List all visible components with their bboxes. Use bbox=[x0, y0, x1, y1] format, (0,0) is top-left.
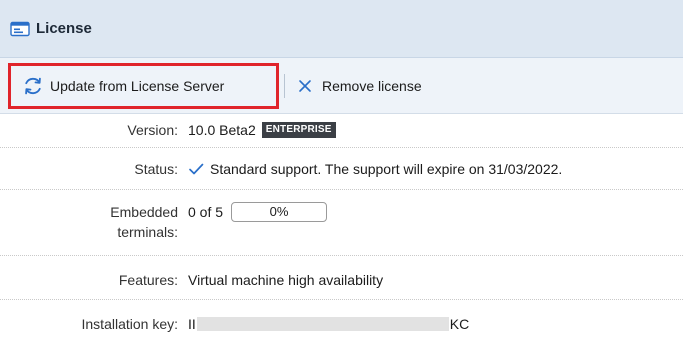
update-button-label: Update from License Server bbox=[50, 78, 225, 94]
embedded-terminals-row: Embedded terminals: 0 of 5 0% bbox=[0, 190, 683, 256]
license-card-icon bbox=[10, 21, 30, 36]
installation-key-value: II KC bbox=[188, 314, 469, 334]
embedded-terminals-count: 0 of 5 bbox=[188, 204, 224, 220]
toolbar-separator bbox=[284, 74, 285, 98]
progress-text: 0% bbox=[269, 204, 289, 219]
installation-key-end: KC bbox=[449, 316, 470, 332]
version-value: 10.0 Beta2 bbox=[188, 122, 256, 138]
remove-license-button[interactable]: Remove license bbox=[298, 58, 422, 114]
embedded-terminals-label: Embedded terminals: bbox=[68, 202, 178, 242]
embedded-terminals-label-text: Embedded terminals: bbox=[110, 204, 178, 240]
installation-key-label: Installation key: bbox=[81, 316, 179, 332]
update-from-license-server-button[interactable]: Update from License Server bbox=[8, 58, 279, 114]
installation-key-row: Installation key: II KC bbox=[0, 300, 683, 340]
installation-key-start: II bbox=[188, 316, 196, 332]
features-row: Features: Virtual machine high availabil… bbox=[0, 256, 683, 300]
close-icon bbox=[299, 80, 311, 92]
status-value: Standard support. The support will expir… bbox=[210, 161, 563, 177]
redacted-key-mask bbox=[196, 317, 449, 331]
license-details: Version: 10.0 Beta2 ENTERPRISE Status: S… bbox=[0, 114, 683, 340]
license-toolbar: Update from License Server Remove licens… bbox=[0, 58, 683, 114]
check-icon bbox=[189, 163, 204, 175]
remove-button-label: Remove license bbox=[322, 78, 422, 94]
status-label: Status: bbox=[134, 161, 178, 177]
version-label: Version: bbox=[127, 122, 178, 138]
panel-title: License bbox=[36, 20, 92, 37]
status-row: Status: Standard support. The support wi… bbox=[0, 148, 683, 190]
license-panel-header: License bbox=[0, 0, 683, 58]
features-value: Virtual machine high availability bbox=[188, 272, 384, 288]
version-row: Version: 10.0 Beta2 ENTERPRISE bbox=[0, 114, 683, 148]
status-value-wrap: Standard support. The support will expir… bbox=[188, 159, 562, 179]
terminals-progress-bar: 0% bbox=[231, 202, 328, 222]
version-value-wrap: 10.0 Beta2 ENTERPRISE bbox=[188, 120, 336, 140]
edition-badge: ENTERPRISE bbox=[261, 122, 336, 138]
embedded-terminals-value-wrap: 0 of 5 0% bbox=[188, 202, 328, 222]
features-label: Features: bbox=[118, 272, 178, 288]
refresh-icon bbox=[25, 77, 41, 95]
